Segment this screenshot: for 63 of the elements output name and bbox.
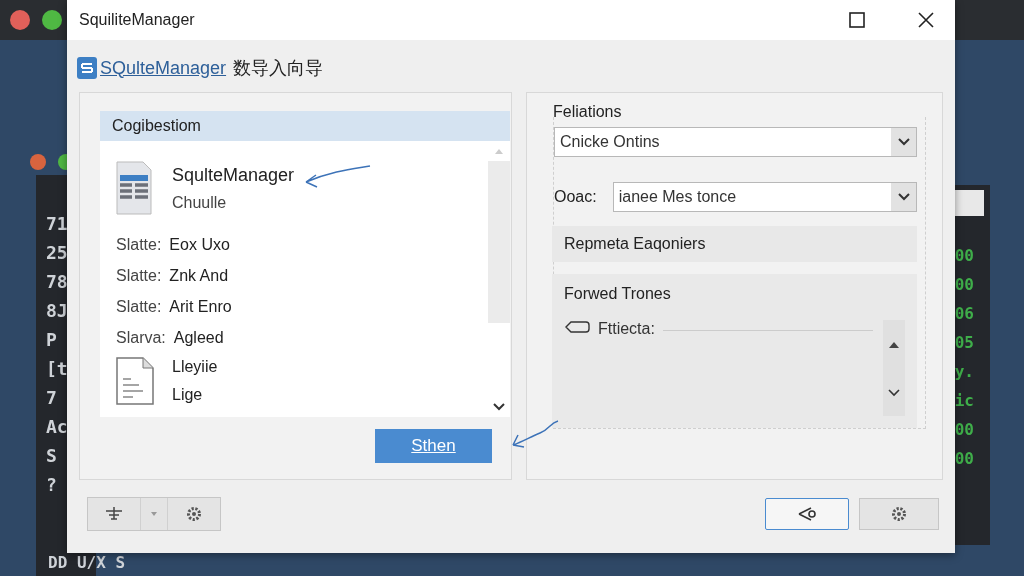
code-line: S: [46, 445, 58, 466]
field-label: Slarva:: [116, 328, 166, 347]
window-title: SquiliteManager: [79, 11, 196, 29]
code-line: [t: [46, 358, 69, 379]
code-line: ?: [46, 474, 58, 495]
code-line: P: [46, 329, 58, 350]
share-button[interactable]: [765, 498, 849, 530]
code-line: 06: [954, 304, 974, 323]
arrow-annotation: [510, 419, 560, 451]
code-line: 8J: [46, 300, 69, 321]
code-line: 00: [954, 449, 974, 468]
chevron-down-icon: [897, 193, 910, 201]
code-line: Ac: [46, 416, 69, 437]
settings-icon: [185, 505, 203, 523]
close-icon[interactable]: [917, 11, 935, 29]
maximize-icon[interactable]: [849, 12, 865, 28]
group-label: Feliations: [553, 103, 623, 121]
app-link[interactable]: SQulteManager: [100, 57, 227, 79]
code-line: 7: [46, 387, 58, 408]
settings-icon: [890, 505, 908, 523]
app-name: SqulteManager: [172, 164, 295, 186]
code-line: 78: [46, 271, 69, 292]
code-line: 00: [954, 246, 974, 265]
field-value: Znk And: [169, 266, 229, 285]
scroll-down-icon[interactable]: [888, 388, 900, 397]
field-value: Arit Enro: [169, 297, 232, 316]
wizard-title: 数导入向导: [233, 57, 324, 80]
caret-icon: [151, 512, 157, 516]
document-icon: [116, 357, 154, 405]
list-header: Cogibestiom: [100, 111, 510, 141]
scroll-down-icon[interactable]: [493, 403, 505, 411]
scrollbar[interactable]: [883, 320, 905, 416]
spreadsheet-file-icon: [116, 161, 152, 215]
section-header[interactable]: Repmeta Eaqoniers: [552, 226, 917, 262]
code-line: 05: [954, 333, 974, 352]
logo-icon: [77, 57, 97, 79]
code-line: 00: [954, 420, 974, 439]
field-label: Slatte:: [116, 266, 162, 285]
tag-icon: [564, 320, 590, 334]
next-button[interactable]: Sthen: [375, 429, 492, 463]
code-line: 71: [46, 213, 69, 234]
code-line: 00: [954, 275, 974, 294]
dropdown[interactable]: Cnicke Ontins: [554, 127, 917, 157]
code-line: 25: [46, 242, 69, 263]
share-icon: [797, 506, 817, 522]
code-line: ic: [954, 391, 974, 410]
option-label: Ooac:: [554, 188, 597, 206]
code-line: y.: [954, 362, 974, 381]
field-label: Slatte:: [116, 235, 162, 254]
file-name: Lige: [172, 386, 204, 404]
close-dot[interactable]: [30, 154, 46, 170]
section-title: Forwed Trones: [564, 284, 672, 304]
app-subtitle: Chuulle: [172, 193, 228, 212]
filter-icon: [104, 506, 124, 522]
code-line: DD U/X S: [48, 553, 126, 572]
chevron-down-icon: [897, 138, 910, 146]
field-value: Agleed: [173, 328, 224, 347]
field-label: Slatte:: [116, 297, 162, 316]
item-label: Fttiecta:: [598, 320, 655, 338]
file-name: Lleyiie: [172, 358, 218, 376]
settings-button[interactable]: [859, 498, 939, 530]
dropdown[interactable]: ianee Mes tonce: [612, 182, 917, 212]
field-value: Eox Uxo: [169, 235, 230, 254]
